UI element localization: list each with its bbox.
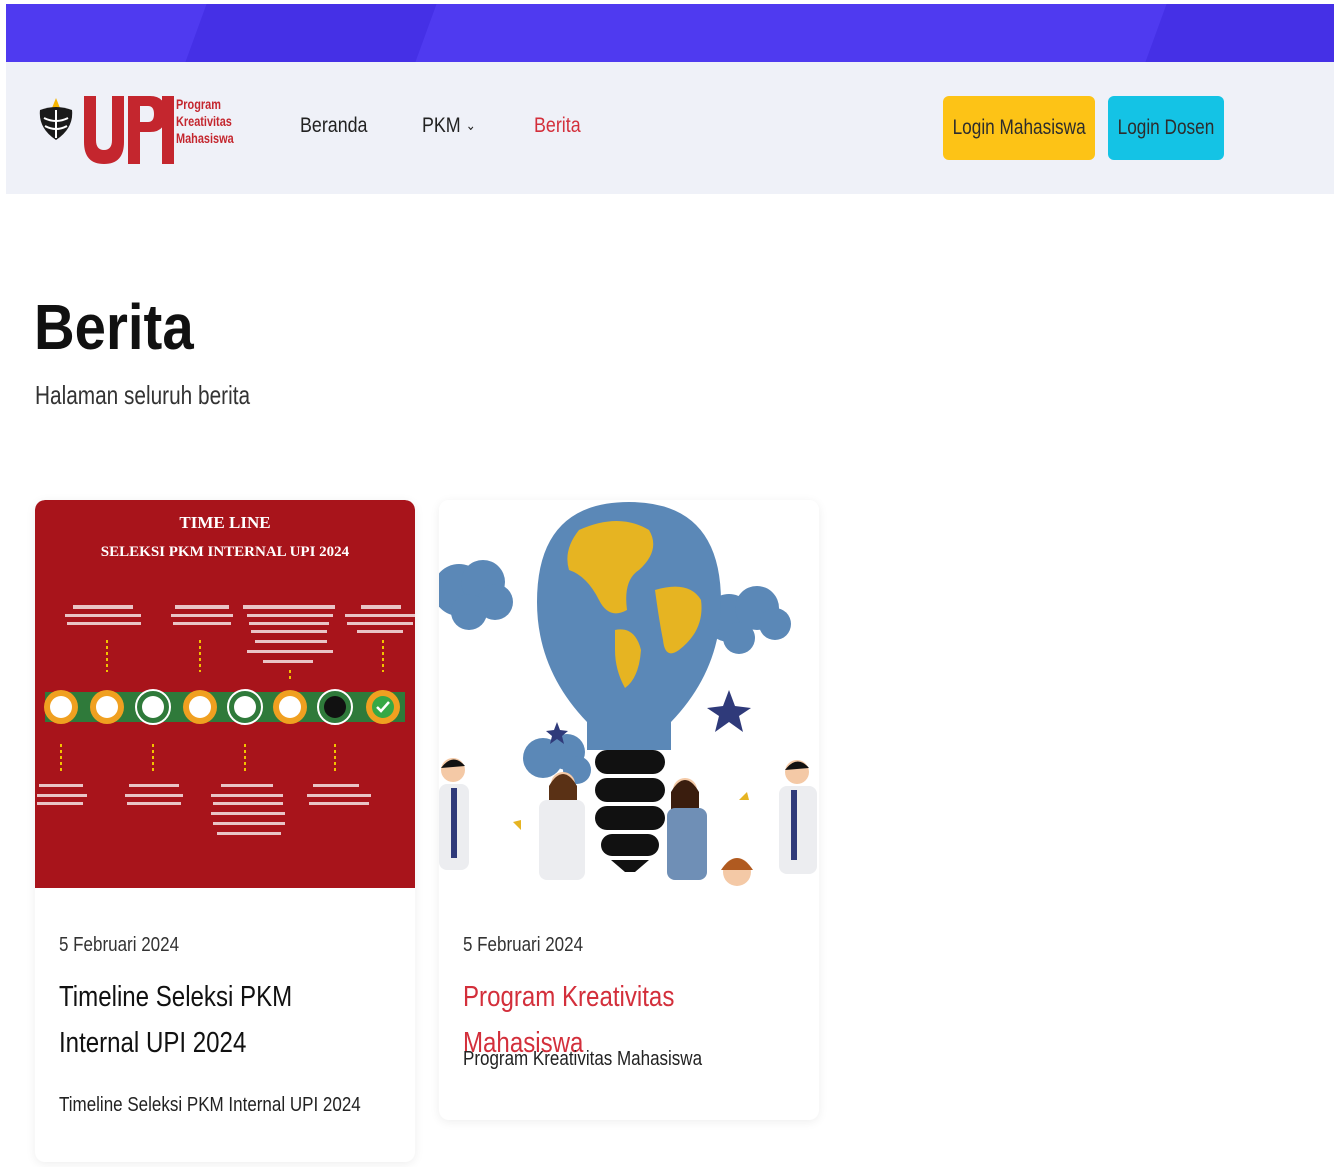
top-accent-bar [6,4,1334,62]
login-mahasiswa-button[interactable]: Login Mahasiswa [943,96,1095,160]
news-description: Program Kreativitas Mahasiswa [463,1048,703,1070]
news-description: Timeline Seleksi PKM Internal UPI 2024 [59,1094,361,1116]
logo-tagline: Program Kreativitas Mahasiswa [176,96,250,147]
upi-emblem-icon [39,98,73,140]
navbar: Program Kreativitas Mahasiswa Beranda PK… [6,62,1334,194]
news-date: 5 Februari 2024 [463,934,584,956]
upi-wordmark [84,96,174,164]
tagline-line: Mahasiswa [176,130,234,146]
login-dosen-button[interactable]: Login Dosen [1108,96,1224,160]
news-title-link[interactable]: Timeline Seleksi PKM Internal UPI 2024 [59,974,374,1066]
nav-pkm-dropdown[interactable]: PKM ⌄ [422,114,476,138]
nav-beranda[interactable]: Beranda [300,114,367,138]
image-subtitle: SELEKSI PKM INTERNAL UPI 2024 [101,544,350,560]
login-mahasiswa-label: Login Mahasiswa [952,116,1086,139]
nav-berita[interactable]: Berita [534,114,581,138]
news-image-lightbulb-globe [439,500,819,888]
news-card[interactable]: TIME LINE SELEKSI PKM INTERNAL UPI 2024 [35,500,415,1162]
top-bar-decoration [1145,4,1334,62]
page-title: Berita [34,291,194,363]
chevron-down-icon: ⌄ [465,117,476,133]
news-card[interactable]: 5 Februari 2024 Program Kreativitas Maha… [439,500,819,1120]
image-title: TIME LINE [179,513,270,532]
tagline-line: Kreativitas [176,113,232,129]
news-date: 5 Februari 2024 [59,934,180,956]
page-subtitle: Halaman seluruh berita [35,380,251,410]
login-dosen-label: Login Dosen [1117,116,1215,139]
nav-pkm-label: PKM [422,114,461,137]
site-logo[interactable]: Program Kreativitas Mahasiswa [36,88,251,168]
tagline-line: Program [176,96,221,112]
top-bar-decoration [185,4,437,62]
news-image-timeline: TIME LINE SELEKSI PKM INTERNAL UPI 2024 [35,500,415,888]
